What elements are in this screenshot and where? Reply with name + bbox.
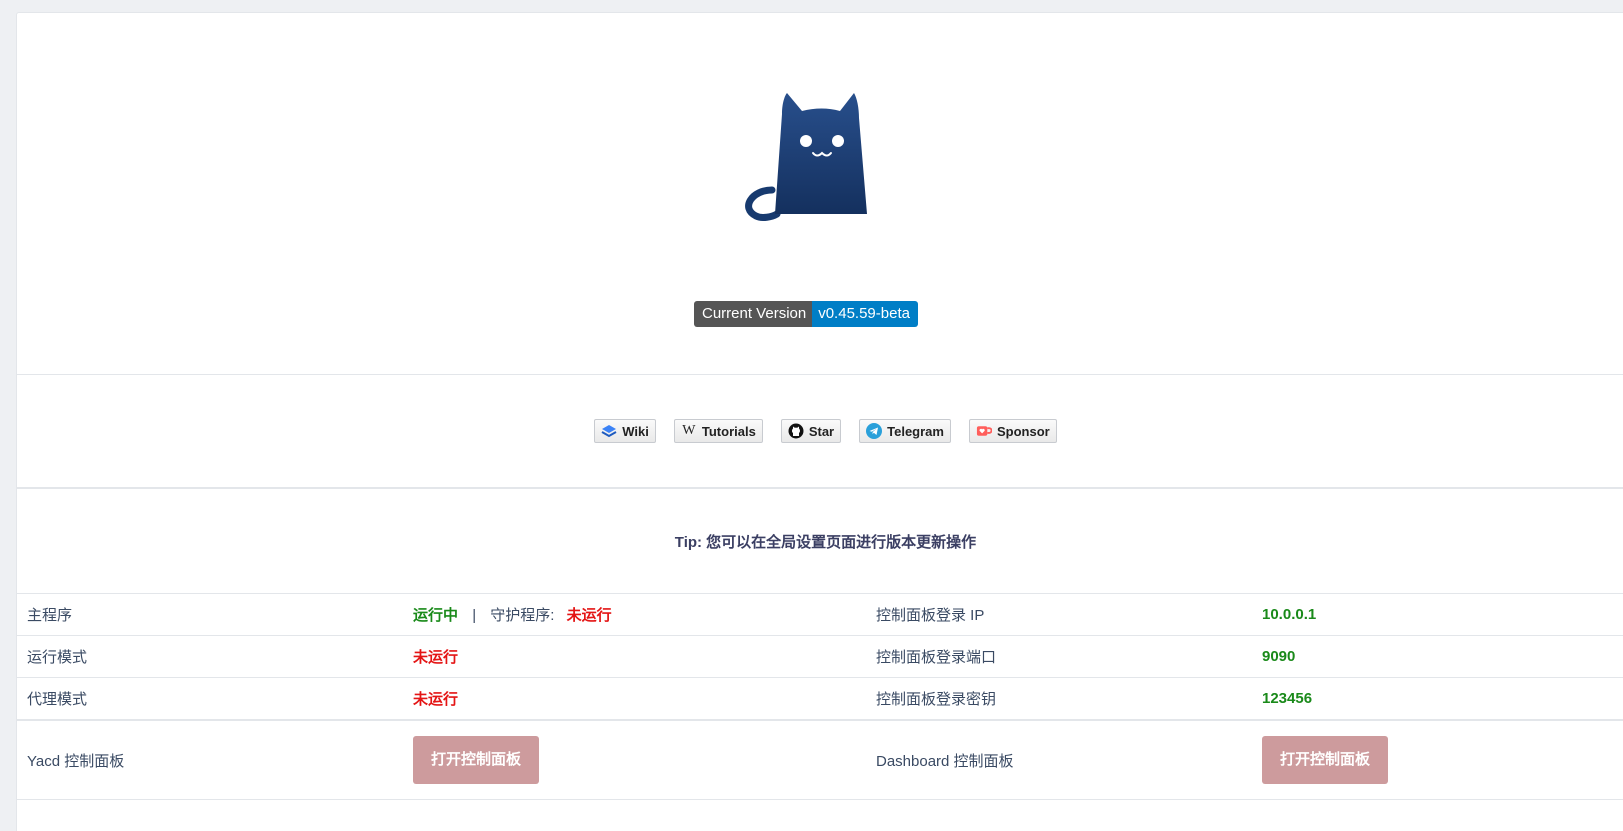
panel-secret-label: 控制面板登录密钥: [866, 677, 1252, 721]
table-row: 代理模式 未运行 控制面板登录密钥 123456: [17, 677, 1623, 721]
panel-port-value: 9090: [1252, 635, 1623, 678]
daemon-value: 未运行: [566, 607, 612, 624]
run-mode-label: 运行模式: [17, 635, 403, 678]
panel-ip-value: 10.0.0.1: [1252, 594, 1623, 636]
panel-ip-label: 控制面板登录 IP: [866, 594, 1252, 636]
open-dashboard-button[interactable]: 打开控制面板: [1262, 736, 1388, 784]
tip-message: Tip: 您可以在全局设置页面进行版本更新操作: [17, 489, 1623, 594]
version-badge: Current Version v0.45.59-beta: [694, 301, 918, 327]
main-program-label: 主程序: [17, 594, 403, 636]
link-badges: Wiki W Tutorials Star Telegram Sponsor: [17, 375, 1623, 489]
clash-cat-logo-icon: [745, 93, 867, 221]
version-badge-label: Current Version: [694, 301, 813, 327]
main-program-status: 运行中 | 守护程序: 未运行: [403, 594, 866, 636]
dashboard-panel-label: Dashboard 控制面板: [866, 720, 1252, 800]
table-row: 主程序 运行中 | 守护程序: 未运行 控制面板登录 IP 10.0.0.1: [17, 594, 1623, 636]
overview-panel: Current Version v0.45.59-beta Wiki W Tut…: [16, 12, 1623, 831]
star-label: Star: [808, 423, 835, 439]
dashboard-button-cell: 打开控制面板: [1252, 720, 1623, 800]
telegram-badge[interactable]: Telegram: [859, 419, 951, 443]
status-table: 主程序 运行中 | 守护程序: 未运行 控制面板登录 IP 10.0.0.1 运…: [17, 594, 1623, 800]
version-badge-value: v0.45.59-beta: [812, 301, 918, 327]
yacd-button-cell: 打开控制面板: [403, 720, 866, 800]
proxy-mode-value: 未运行: [403, 677, 866, 721]
book-icon: [601, 423, 617, 439]
tutorials-label: Tutorials: [701, 423, 756, 439]
telegram-icon: [866, 423, 883, 439]
telegram-label: Telegram: [887, 423, 944, 439]
wiki-label: Wiki: [622, 423, 649, 439]
sponsor-badge[interactable]: Sponsor: [968, 419, 1057, 443]
table-row: 运行模式 未运行 控制面板登录端口 9090: [17, 635, 1623, 678]
github-icon: [788, 423, 804, 439]
star-badge[interactable]: Star: [780, 419, 842, 443]
panel-secret-value: 123456: [1252, 677, 1623, 721]
yacd-panel-label: Yacd 控制面板: [17, 720, 403, 800]
proxy-mode-label: 代理模式: [17, 677, 403, 721]
daemon-label: 守护程序:: [490, 607, 555, 624]
wikipedia-icon: W: [682, 423, 696, 438]
kofi-cup-icon: [976, 423, 992, 439]
table-row: Yacd 控制面板 打开控制面板 Dashboard 控制面板 打开控制面板: [17, 720, 1623, 800]
hero-section: Current Version v0.45.59-beta: [17, 13, 1623, 375]
panel-port-label: 控制面板登录端口: [866, 635, 1252, 678]
main-program-value: 运行中: [413, 607, 459, 624]
separator: |: [472, 607, 477, 624]
run-mode-value: 未运行: [403, 635, 866, 678]
open-yacd-button[interactable]: 打开控制面板: [413, 736, 539, 784]
tutorials-badge[interactable]: W Tutorials: [673, 419, 763, 443]
sponsor-label: Sponsor: [996, 423, 1050, 439]
wiki-badge[interactable]: Wiki: [594, 419, 656, 443]
